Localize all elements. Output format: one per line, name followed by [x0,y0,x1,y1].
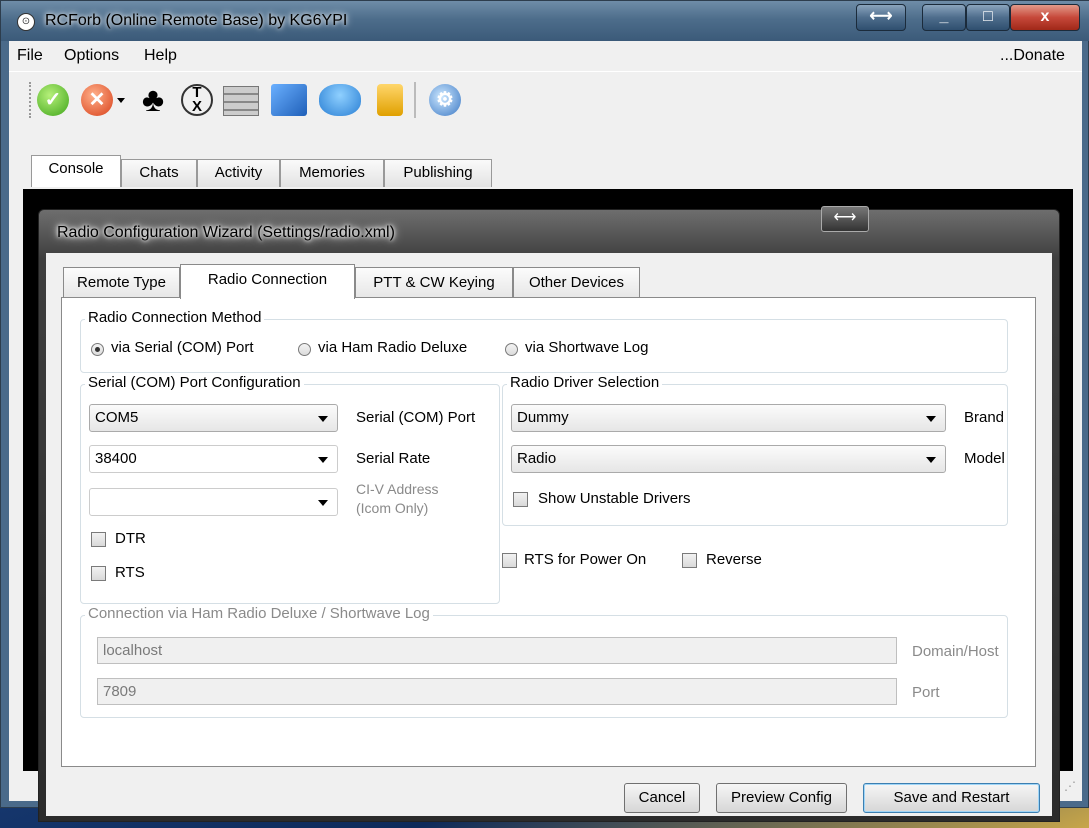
brand-value: Dummy [517,409,569,426]
model-select[interactable]: Radio [511,445,946,473]
hrd-port-field[interactable]: 7809 [97,678,897,705]
dialog-titlebar[interactable]: Radio Configuration Wizard (Settings/rad… [39,206,1059,254]
radio-connection-panel: Radio Connection Method via Serial (COM)… [61,297,1036,767]
connect-check-icon[interactable]: ✓ [37,84,69,116]
cancel-button[interactable]: Cancel [624,783,700,813]
civ-address-sublabel: (Icom Only) [356,500,429,516]
chevron-down-icon [318,416,328,422]
settings-gear-icon[interactable]: ⚙ [429,84,461,116]
main-titlebar[interactable]: ⊙ RCForb (Online Remote Base) by KG6YPI … [1,1,1089,41]
radio-driver-title: Radio Driver Selection [507,374,663,391]
preview-config-button[interactable]: Preview Config [716,783,847,813]
tab-console[interactable]: Console [31,155,121,187]
hrd-connection-title: Connection via Ham Radio Deluxe / Shortw… [85,605,433,622]
toolbar: ✓ ✕ ♣ TX ⚙ [9,71,1082,124]
main-tab-strip: Console Chats Activity Memories Publishi… [9,155,1082,189]
radio-serial-com-label[interactable]: via Serial (COM) Port [111,339,254,356]
com-port-select[interactable]: COM5 [89,404,338,432]
civ-address-label: CI-V Address [356,481,439,497]
tab-ptt-cw-keying[interactable]: PTT & CW Keying [355,267,513,298]
radio-shortwave-log[interactable] [505,343,518,356]
rack-device-icon[interactable] [223,86,259,116]
radio-shortwave-log-label[interactable]: via Shortwave Log [525,339,648,356]
show-unstable-checkbox[interactable] [513,492,528,507]
reverse-label[interactable]: Reverse [706,551,762,568]
tx-speech-icon[interactable]: TX [181,84,213,116]
brand-label: Brand [964,409,1005,426]
serial-rate-select[interactable]: 38400 [89,445,338,473]
close-button[interactable]: x [1010,4,1080,31]
club-card-icon[interactable]: ♣ [137,83,169,117]
disconnect-x-icon[interactable]: ✕ [81,84,113,116]
save-and-restart-button[interactable]: Save and Restart [863,783,1040,813]
network-computers-icon[interactable] [271,84,307,116]
serial-rate-value: 38400 [95,450,137,467]
menu-help[interactable]: Help [144,47,177,65]
tab-memories[interactable]: Memories [280,159,384,187]
show-unstable-label[interactable]: Show Unstable Drivers [538,490,691,507]
menu-bar: File Options Help ...Donate [9,41,1082,71]
toolbar-separator [414,82,416,118]
rts-power-on-checkbox[interactable] [502,553,517,568]
resize-grip-icon[interactable]: ⋰ [1064,779,1076,793]
rts-checkbox[interactable] [91,566,106,581]
radio-config-dialog: Radio Configuration Wizard (Settings/rad… [38,206,1060,822]
brand-select[interactable]: Dummy [511,404,946,432]
tab-remote-type[interactable]: Remote Type [63,267,180,298]
donate-link[interactable]: ...Donate [1000,47,1065,65]
chevron-down-icon [318,500,328,506]
hrd-port-label: Port [912,684,940,701]
tab-chats[interactable]: Chats [121,159,197,187]
tab-activity[interactable]: Activity [197,159,280,187]
com-port-value: COM5 [95,409,139,426]
tab-publishing[interactable]: Publishing [384,159,492,187]
maximize-button[interactable]: □ [966,4,1010,31]
dtr-label[interactable]: DTR [115,530,146,547]
tab-radio-connection[interactable]: Radio Connection [180,264,355,299]
rts-label[interactable]: RTS [115,564,145,581]
chevron-down-icon [926,416,936,422]
serial-config-title: Serial (COM) Port Configuration [85,374,304,391]
radio-serial-com[interactable] [91,343,104,356]
app-icon: ⊙ [17,13,35,31]
menu-options[interactable]: Options [64,47,119,65]
dtr-checkbox[interactable] [91,532,106,547]
minimize-button[interactable]: _ [922,4,966,31]
radio-ham-radio-deluxe[interactable] [298,343,311,356]
host-field[interactable]: localhost [97,637,897,664]
menu-file[interactable]: File [17,47,43,65]
reverse-checkbox[interactable] [682,553,697,568]
resize-arrows-button[interactable]: ⟷ [856,4,906,31]
dialog-title: Radio Configuration Wizard (Settings/rad… [57,224,395,241]
connection-method-title: Radio Connection Method [85,309,265,326]
model-label: Model [964,450,1005,467]
chevron-down-icon [926,457,936,463]
chevron-down-icon [318,457,328,463]
dialog-client-area: Remote Type Radio Connection PTT & CW Ke… [46,253,1052,816]
radio-ham-radio-deluxe-label[interactable]: via Ham Radio Deluxe [318,339,467,356]
users-group-icon[interactable] [319,84,361,116]
dialog-resize-arrows-button[interactable]: ⟷ [821,206,869,232]
toolbar-grip[interactable] [29,82,34,118]
dropdown-arrow-icon[interactable] [117,98,125,103]
rts-power-on-label[interactable]: RTS for Power On [524,551,646,568]
lock-icon[interactable] [377,84,403,116]
civ-address-select[interactable] [89,488,338,516]
window-title: RCForb (Online Remote Base) by KG6YPI [45,12,348,29]
serial-rate-label: Serial Rate [356,450,431,467]
model-value: Radio [517,450,557,467]
host-label: Domain/Host [912,643,999,660]
com-port-label: Serial (COM) Port [356,409,476,426]
tab-other-devices[interactable]: Other Devices [513,267,640,298]
